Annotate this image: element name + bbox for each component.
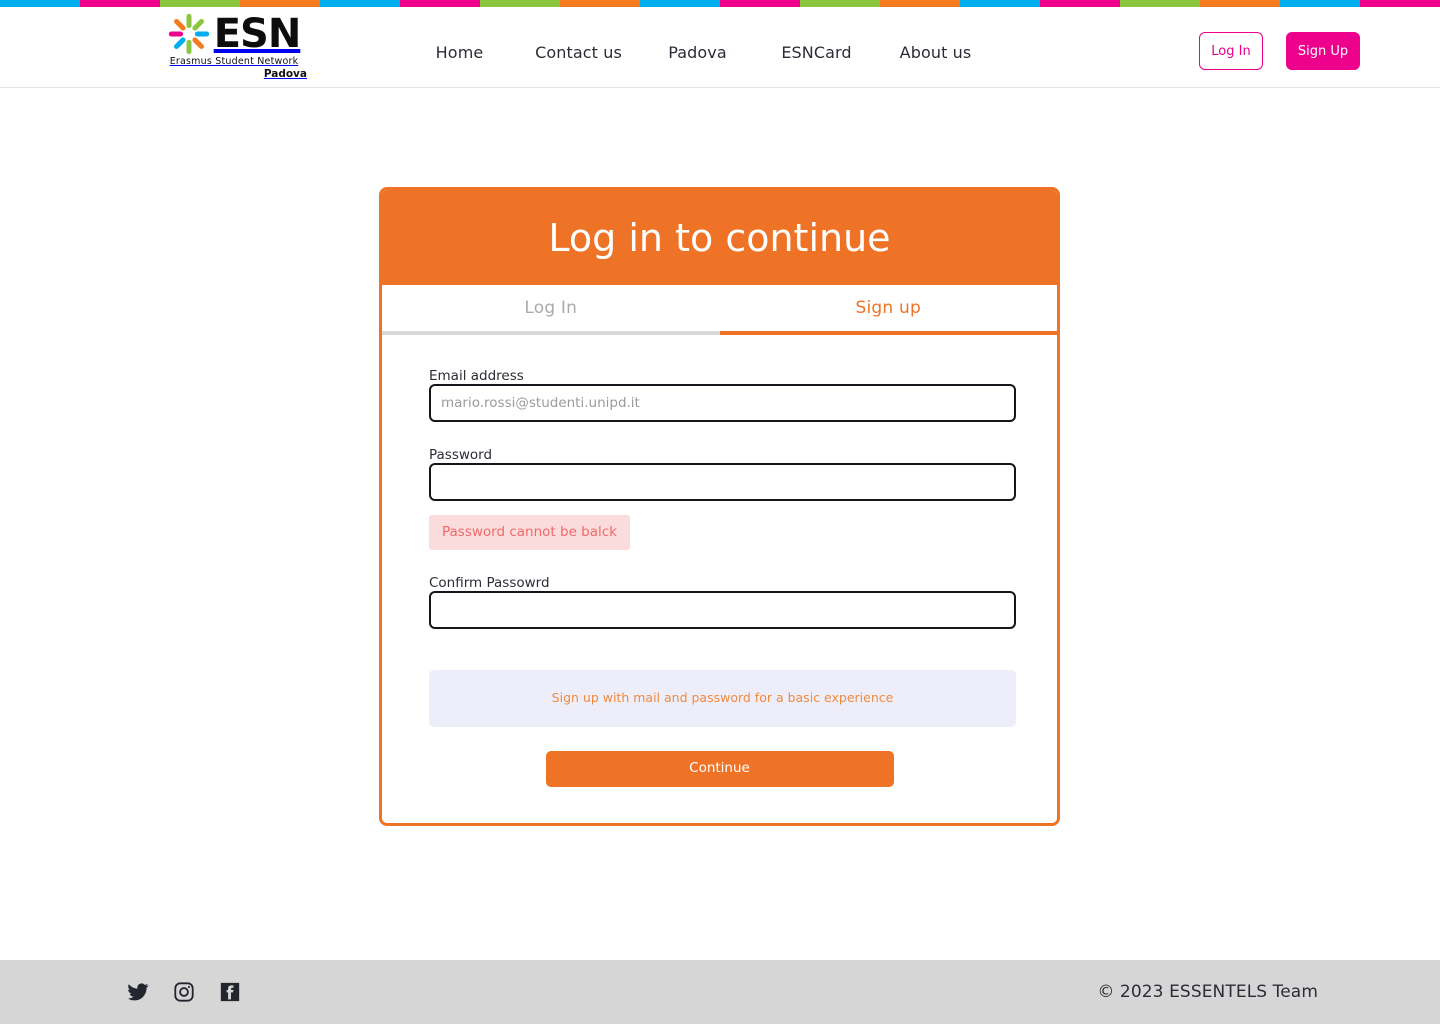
social-links <box>126 980 242 1004</box>
auth-tabs: Log In Sign up <box>382 285 1057 331</box>
stripe-block <box>400 0 480 7</box>
confirm-password-input[interactable] <box>429 590 1016 629</box>
header-signup-button[interactable]: Sign Up <box>1286 32 1360 70</box>
stripe-block <box>720 0 800 7</box>
header-login-button[interactable]: Log In <box>1199 32 1263 70</box>
copyright-text: © 2023 ESSENTELS Team <box>1097 982 1318 1002</box>
signup-form: Email address Password Password cannot b… <box>382 335 1057 823</box>
esn-wordmark: ESN <box>213 11 302 57</box>
stripe-block <box>880 0 960 7</box>
stripe-block <box>1280 0 1360 7</box>
stripe-block <box>1360 0 1440 7</box>
nav-padova[interactable]: Padova <box>638 37 757 68</box>
confirm-password-label: Confirm Passowrd <box>429 574 550 591</box>
password-input[interactable] <box>429 463 1016 501</box>
page-title: Log in to continue <box>548 215 891 260</box>
main-navigation: Home Contact us Padova ESNCard About us <box>400 37 995 68</box>
stripe-block <box>1120 0 1200 7</box>
nav-home[interactable]: Home <box>400 37 519 68</box>
email-input[interactable] <box>429 384 1016 422</box>
twitter-icon[interactable] <box>126 980 150 1004</box>
stripe-block <box>240 0 320 7</box>
signup-info-banner: Sign up with mail and password for a bas… <box>429 669 1016 727</box>
top-color-stripe <box>0 0 1440 7</box>
submit-row: Continue <box>429 750 1010 787</box>
email-label: Email address <box>429 368 524 384</box>
site-header: ESN Erasmus Student Network Padova Home … <box>0 7 1440 88</box>
esn-logo-subtitle: Erasmus Student Network <box>169 56 299 67</box>
instagram-icon[interactable] <box>172 980 196 1004</box>
stripe-block <box>320 0 400 7</box>
password-error-message: Password cannot be balck <box>429 515 630 550</box>
site-footer: © 2023 ESSENTELS Team <box>0 960 1440 1024</box>
nav-esncard[interactable]: ESNCard <box>757 37 876 68</box>
stripe-block <box>560 0 640 7</box>
stripe-block <box>1040 0 1120 7</box>
page-main: Log in to continue Log In Sign up Email … <box>0 88 1440 960</box>
password-label: Password <box>429 447 493 463</box>
stripe-block <box>0 0 80 7</box>
stripe-block <box>160 0 240 7</box>
stripe-block <box>80 0 160 7</box>
esn-star-icon <box>168 13 210 55</box>
esn-logo-city: Padova <box>263 68 307 80</box>
stripe-block <box>800 0 880 7</box>
email-field-group: Email address <box>429 365 1016 422</box>
tab-sign-up[interactable]: Sign up <box>719 285 1057 331</box>
auth-card: Log in to continue Log In Sign up Email … <box>379 187 1060 826</box>
tab-underline-inactive <box>382 331 720 335</box>
nav-contact-us[interactable]: Contact us <box>519 37 638 68</box>
confirm-password-field-group: Confirm Passowrd <box>429 572 1016 629</box>
stripe-block <box>960 0 1040 7</box>
stripe-block <box>640 0 720 7</box>
continue-button[interactable]: Continue <box>545 750 894 787</box>
esn-logo[interactable]: ESN Erasmus Student Network Padova <box>160 12 308 80</box>
auth-card-header: Log in to continue <box>382 190 1057 285</box>
tab-log-in[interactable]: Log In <box>382 285 720 331</box>
nav-about-us[interactable]: About us <box>876 37 995 68</box>
facebook-icon[interactable] <box>218 980 242 1004</box>
stripe-block <box>480 0 560 7</box>
header-actions: Log In Sign Up <box>1199 32 1360 70</box>
password-field-group: Password <box>429 444 1016 501</box>
auth-tabs-underline <box>382 331 1057 335</box>
stripe-block <box>1200 0 1280 7</box>
tab-underline-active <box>719 331 1057 335</box>
